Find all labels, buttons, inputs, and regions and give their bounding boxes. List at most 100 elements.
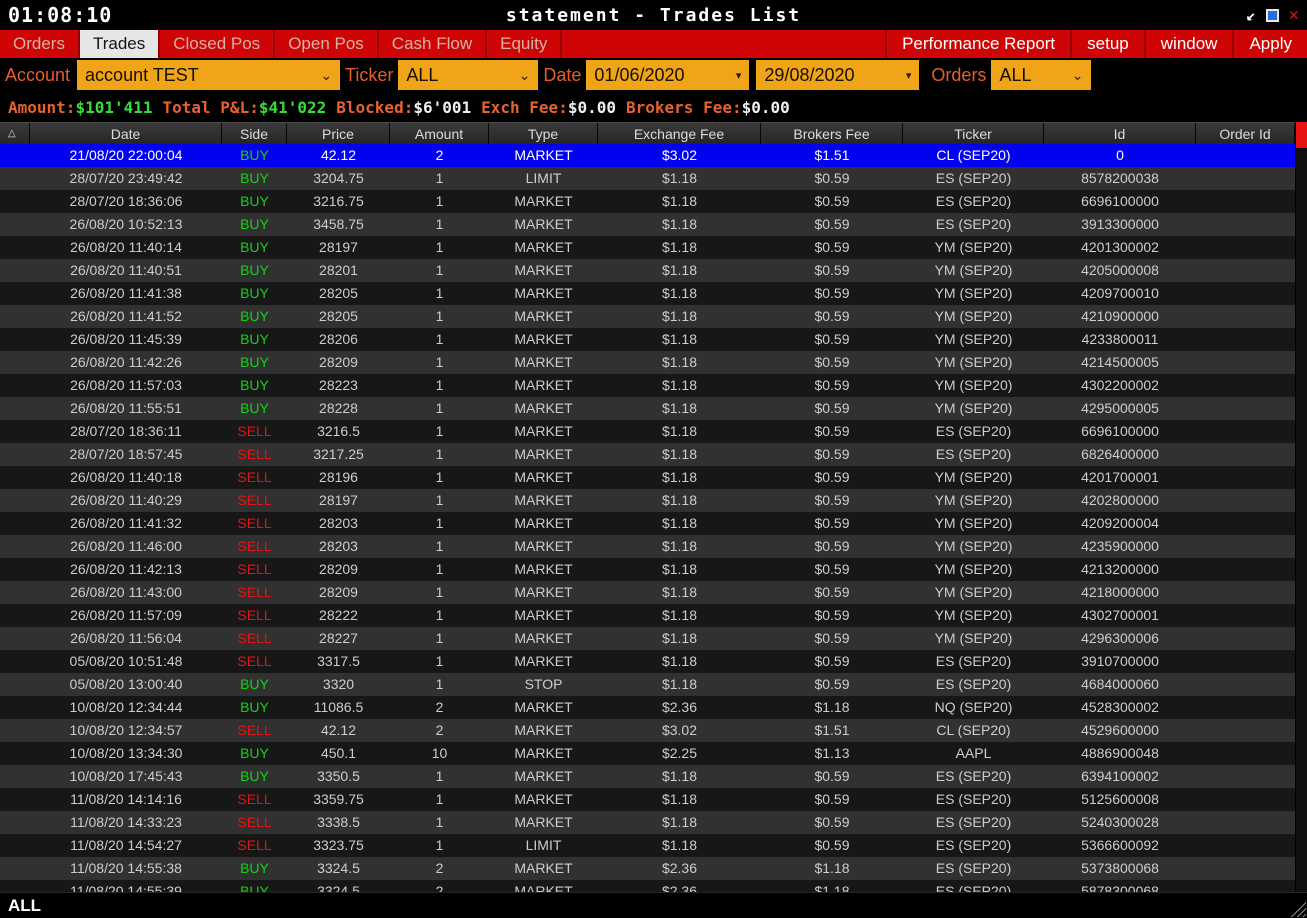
column-header-exchange-fee[interactable]: Exchange Fee (598, 123, 761, 144)
cell-order-id (1196, 535, 1295, 558)
cell-amount: 2 (390, 696, 489, 719)
tab-orders[interactable]: Orders (0, 30, 80, 58)
table-row[interactable]: 28/07/20 23:49:42BUY3204.751LIMIT$1.18$0… (0, 167, 1307, 190)
table-row[interactable]: 11/08/20 14:55:39BUY3324.52MARKET$2.36$1… (0, 880, 1307, 892)
cell-side: SELL (222, 719, 287, 742)
account-label: Account (0, 65, 75, 86)
table-row[interactable]: 28/07/20 18:36:11SELL3216.51MARKET$1.18$… (0, 420, 1307, 443)
cell-date: 26/08/20 11:41:32 (30, 512, 222, 535)
cell-side: BUY (222, 351, 287, 374)
column-header-amount[interactable]: Amount (390, 123, 489, 144)
window-button[interactable]: window (1144, 30, 1233, 58)
cell-side: BUY (222, 213, 287, 236)
table-row[interactable]: 05/08/20 10:51:48SELL3317.51MARKET$1.18$… (0, 650, 1307, 673)
table-row[interactable]: 28/07/20 18:57:45SELL3217.251MARKET$1.18… (0, 443, 1307, 466)
table-row[interactable]: 26/08/20 11:43:00SELL282091MARKET$1.18$0… (0, 581, 1307, 604)
cell-id: 5240300028 (1044, 811, 1196, 834)
cell-date: 10/08/20 13:34:30 (30, 742, 222, 765)
setup-button[interactable]: setup (1070, 30, 1144, 58)
cell-order-id (1196, 190, 1295, 213)
table-row[interactable]: 11/08/20 14:33:23SELL3338.51MARKET$1.18$… (0, 811, 1307, 834)
tab-open-pos[interactable]: Open Pos (275, 30, 379, 58)
tab-trades[interactable]: Trades (80, 30, 160, 58)
apply-button[interactable]: Apply (1232, 30, 1307, 58)
tab-closed-pos[interactable]: Closed Pos (160, 30, 275, 58)
cell-type: MARKET (489, 627, 598, 650)
cell-brokers-fee: $0.59 (761, 811, 903, 834)
column-header-side[interactable]: Side (222, 123, 287, 144)
sort-indicator-icon[interactable]: △ (0, 123, 30, 144)
table-row[interactable]: 26/08/20 11:42:13SELL282091MARKET$1.18$0… (0, 558, 1307, 581)
table-row[interactable]: 26/08/20 11:56:04SELL282271MARKET$1.18$0… (0, 627, 1307, 650)
table-row[interactable]: 26/08/20 11:42:26BUY282091MARKET$1.18$0.… (0, 351, 1307, 374)
tab-equity[interactable]: Equity (487, 30, 562, 58)
row-sort-spacer (0, 236, 30, 259)
cell-date: 26/08/20 11:40:29 (30, 489, 222, 512)
account-dropdown-value: account TEST (85, 65, 199, 86)
maximize-icon[interactable] (1266, 9, 1279, 22)
column-header-id[interactable]: Id (1044, 123, 1196, 144)
table-row[interactable]: 28/07/20 18:36:06BUY3216.751MARKET$1.18$… (0, 190, 1307, 213)
cell-order-id (1196, 604, 1295, 627)
cell-ticker: YM (SEP20) (903, 259, 1044, 282)
minimize-icon[interactable]: ↙ (1246, 7, 1256, 23)
table-row[interactable]: 21/08/20 22:00:04BUY42.122MARKET$3.02$1.… (0, 144, 1307, 167)
table-row[interactable]: 26/08/20 11:41:32SELL282031MARKET$1.18$0… (0, 512, 1307, 535)
table-row[interactable]: 10/08/20 12:34:44BUY11086.52MARKET$2.36$… (0, 696, 1307, 719)
table-row[interactable]: 11/08/20 14:55:38BUY3324.52MARKET$2.36$1… (0, 857, 1307, 880)
row-sort-spacer (0, 604, 30, 627)
cell-exchange-fee: $1.18 (598, 765, 761, 788)
table-row[interactable]: 10/08/20 12:34:57SELL42.122MARKET$3.02$1… (0, 719, 1307, 742)
performance-report-button[interactable]: Performance Report (885, 30, 1070, 58)
cell-ticker: ES (SEP20) (903, 420, 1044, 443)
table-row[interactable]: 26/08/20 11:45:39BUY282061MARKET$1.18$0.… (0, 328, 1307, 351)
close-icon[interactable]: ✕ (1289, 7, 1299, 23)
date-to-picker[interactable]: 29/08/2020 ▾ (756, 60, 919, 90)
cell-amount: 1 (390, 351, 489, 374)
table-row[interactable]: 26/08/20 10:52:13BUY3458.751MARKET$1.18$… (0, 213, 1307, 236)
column-header-type[interactable]: Type (489, 123, 598, 144)
account-dropdown[interactable]: account TEST ⌄ (77, 60, 340, 90)
date-from-picker[interactable]: 01/06/2020 ▾ (586, 60, 749, 90)
cell-type: MARKET (489, 236, 598, 259)
table-row[interactable]: 26/08/20 11:40:14BUY281971MARKET$1.18$0.… (0, 236, 1307, 259)
row-sort-spacer (0, 857, 30, 880)
table-row[interactable]: 26/08/20 11:40:18SELL281961MARKET$1.18$0… (0, 466, 1307, 489)
scrollbar-thumb[interactable] (1296, 122, 1307, 148)
cell-price: 450.1 (287, 742, 390, 765)
row-sort-spacer (0, 282, 30, 305)
table-row[interactable]: 26/08/20 11:41:38BUY282051MARKET$1.18$0.… (0, 282, 1307, 305)
table-row[interactable]: 26/08/20 11:40:29SELL281971MARKET$1.18$0… (0, 489, 1307, 512)
table-row[interactable]: 26/08/20 11:46:00SELL282031MARKET$1.18$0… (0, 535, 1307, 558)
column-header-ticker[interactable]: Ticker (903, 123, 1044, 144)
cell-type: MARKET (489, 466, 598, 489)
column-header-brokers-fee[interactable]: Brokers Fee (761, 123, 903, 144)
cell-side: BUY (222, 696, 287, 719)
column-header-order-id[interactable]: Order Id (1196, 123, 1295, 144)
table-row[interactable]: 11/08/20 14:14:16SELL3359.751MARKET$1.18… (0, 788, 1307, 811)
cell-date: 28/07/20 18:36:06 (30, 190, 222, 213)
cell-id: 6696100000 (1044, 190, 1196, 213)
tab-cash-flow[interactable]: Cash Flow (379, 30, 487, 58)
summary-label: Brokers Fee: (626, 98, 742, 117)
summary-value: $0.00 (568, 98, 616, 117)
column-header-date[interactable]: Date (30, 123, 222, 144)
column-header-price[interactable]: Price (287, 123, 390, 144)
table-row[interactable]: 11/08/20 14:54:27SELL3323.751LIMIT$1.18$… (0, 834, 1307, 857)
table-row[interactable]: 26/08/20 11:40:51BUY282011MARKET$1.18$0.… (0, 259, 1307, 282)
table-row[interactable]: 26/08/20 11:57:09SELL282221MARKET$1.18$0… (0, 604, 1307, 627)
table-row[interactable]: 26/08/20 11:57:03BUY282231MARKET$1.18$0.… (0, 374, 1307, 397)
table-row[interactable]: 10/08/20 17:45:43BUY3350.51MARKET$1.18$0… (0, 765, 1307, 788)
table-row[interactable]: 26/08/20 11:55:51BUY282281MARKET$1.18$0.… (0, 397, 1307, 420)
table-row[interactable]: 10/08/20 13:34:30BUY450.110MARKET$2.25$1… (0, 742, 1307, 765)
table-row[interactable]: 26/08/20 11:41:52BUY282051MARKET$1.18$0.… (0, 305, 1307, 328)
cell-amount: 1 (390, 788, 489, 811)
ticker-dropdown[interactable]: ALL ⌄ (398, 60, 538, 90)
orders-dropdown[interactable]: ALL ⌄ (991, 60, 1091, 90)
cell-ticker: YM (SEP20) (903, 305, 1044, 328)
table-row[interactable]: 05/08/20 13:00:40BUY33201STOP$1.18$0.59E… (0, 673, 1307, 696)
vertical-scrollbar[interactable] (1295, 122, 1307, 892)
cell-id: 4684000060 (1044, 673, 1196, 696)
cell-price: 28197 (287, 489, 390, 512)
resize-grip[interactable] (1290, 901, 1306, 917)
